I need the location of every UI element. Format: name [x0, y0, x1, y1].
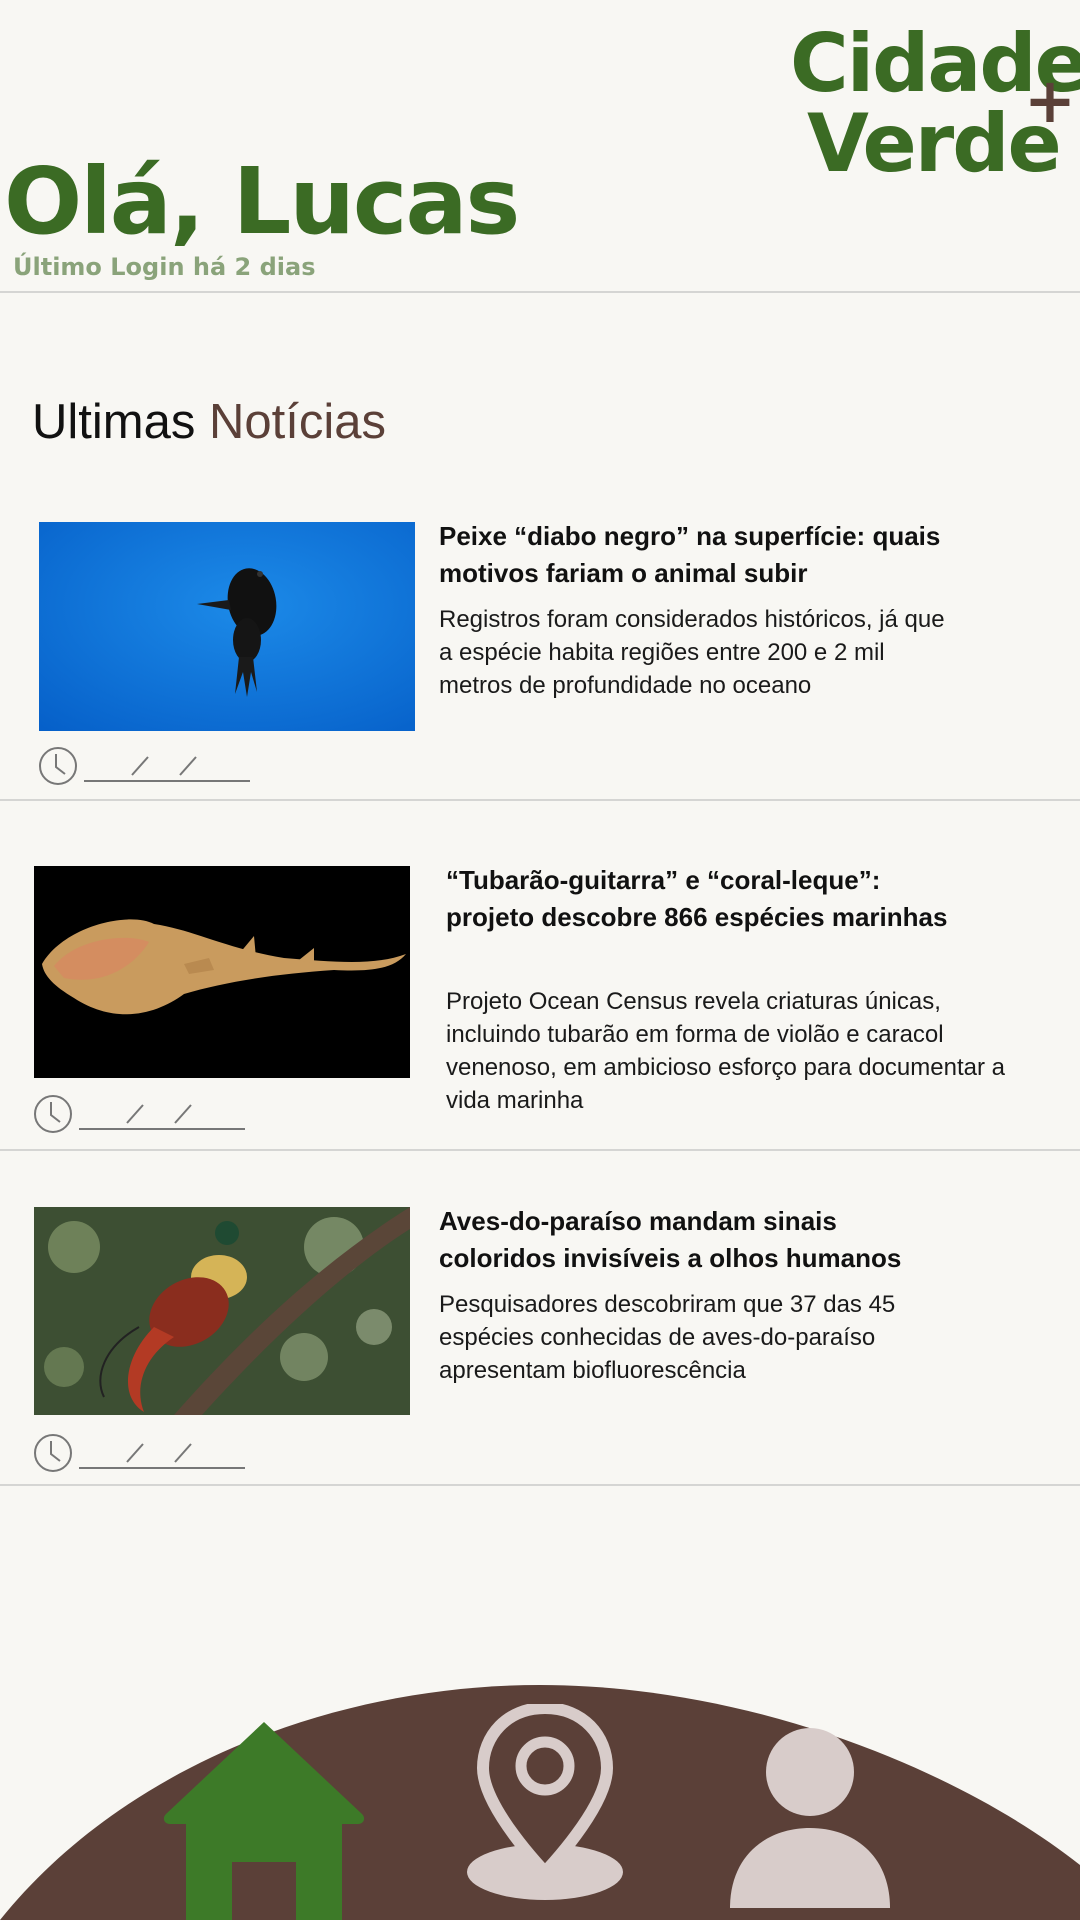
date-placeholder-icon [79, 1443, 245, 1469]
clock-icon [34, 1434, 72, 1472]
map-pin-icon[interactable] [465, 1704, 625, 1920]
news-divider [0, 1484, 1080, 1486]
section-title-main: Ultimas [32, 395, 209, 449]
bottom-navigation [0, 1680, 1080, 1920]
last-login-text: Último Login há 2 dias [13, 253, 316, 281]
news-description: Projeto Ocean Census revela criaturas ún… [446, 988, 1005, 1114]
news-image-guitarfish[interactable] [34, 866, 410, 1078]
news-image-anglerfish[interactable] [39, 522, 415, 731]
news-description: Registros foram considerados históricos,… [439, 606, 945, 699]
brand-logo-plus: + [1024, 64, 1076, 137]
news-divider [0, 799, 1080, 801]
clock-icon [34, 1095, 72, 1133]
user-icon[interactable] [730, 1728, 890, 1920]
brand-logo: Cidade Verde + [780, 20, 1080, 184]
news-title[interactable]: Peixe “diabo negro” na superfície: quais… [439, 518, 959, 592]
date-placeholder-icon [84, 756, 250, 782]
news-title[interactable]: “Tubarão-guitarra” e “coral-leque”: proj… [446, 862, 966, 936]
home-icon[interactable] [160, 1722, 368, 1920]
section-title-accent: Notícias [208, 395, 386, 449]
news-meta [38, 744, 268, 790]
news-image-bird-of-paradise[interactable] [34, 1207, 410, 1415]
brand-logo-line-2: Verde [807, 97, 1062, 190]
news-meta [33, 1092, 263, 1138]
date-placeholder-icon [79, 1104, 245, 1130]
greeting-title: Olá, Lucas [4, 148, 520, 255]
news-divider [0, 1149, 1080, 1151]
news-meta [33, 1431, 263, 1477]
news-title[interactable]: Aves-do-paraíso mandam sinais coloridos … [439, 1203, 959, 1277]
section-title: Ultimas Notícias [32, 392, 386, 452]
news-description: Pesquisadores descobriram que 37 das 45 … [439, 1291, 896, 1384]
clock-icon [39, 747, 77, 785]
header-divider [0, 291, 1080, 293]
